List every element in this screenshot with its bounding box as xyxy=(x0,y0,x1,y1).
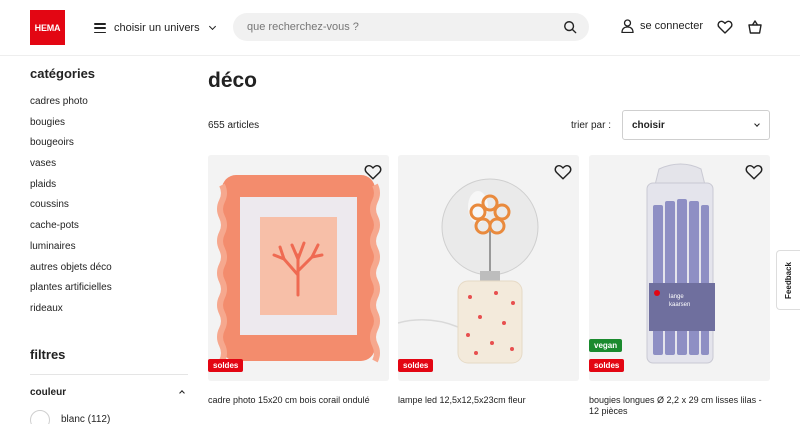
chevron-down-icon xyxy=(208,22,216,31)
category-item-luminaires[interactable]: luminaires xyxy=(30,237,188,258)
category-item-plaids[interactable]: plaids xyxy=(30,175,188,196)
sort-value: choisir xyxy=(632,119,665,131)
feedback-label: Feedback xyxy=(784,261,793,299)
filters-title: filtres xyxy=(30,347,188,375)
sort-label: trier par : xyxy=(571,120,612,131)
logo-text: HEMA xyxy=(34,22,61,33)
login-label: se connecter xyxy=(640,20,703,32)
color-filter-toggle[interactable]: couleur xyxy=(30,387,188,398)
page-title: déco xyxy=(208,69,258,92)
sale-badge: soldes xyxy=(398,359,434,372)
product-card: lange kaarsen vegan soldes bougies longu… xyxy=(589,155,770,417)
search-input[interactable] xyxy=(247,21,547,33)
product-name[interactable]: cadre photo 15x20 cm bois corail ondulé xyxy=(208,395,389,406)
category-item-cache-pots[interactable]: cache-pots xyxy=(30,216,188,237)
basket-icon[interactable] xyxy=(747,19,763,35)
wishlist-heart-icon[interactable] xyxy=(717,19,733,35)
product-image[interactable]: lange kaarsen vegan soldes xyxy=(589,155,770,381)
chevron-up-icon xyxy=(179,390,185,396)
product-card: soldes cadre photo 15x20 cm bois corail … xyxy=(208,155,389,406)
search-bar xyxy=(233,13,589,41)
product-name[interactable]: lampe led 12,5x12,5x23cm fleur xyxy=(398,395,579,406)
favorite-heart-icon[interactable] xyxy=(364,163,382,181)
category-item-coussins[interactable]: coussins xyxy=(30,195,188,216)
universe-menu-button[interactable]: choisir un univers xyxy=(94,19,216,37)
hema-logo[interactable]: HEMA xyxy=(30,10,65,45)
chevron-down-icon xyxy=(754,120,760,127)
categories-title: catégories xyxy=(30,66,96,81)
sale-badge: soldes xyxy=(208,359,244,372)
site-header: HEMA choisir un univers se connecter xyxy=(0,0,800,56)
color-swatch-white xyxy=(30,409,50,424)
user-icon xyxy=(621,19,634,33)
vegan-badge: vegan xyxy=(589,339,623,352)
category-item-autres-objets-deco[interactable]: autres objets déco xyxy=(30,258,188,279)
category-item-plantes-artificielles[interactable]: plantes artificielles xyxy=(30,278,188,299)
favorite-heart-icon[interactable] xyxy=(745,163,763,181)
product-image[interactable]: soldes xyxy=(398,155,579,381)
candle-label-line-1: lange xyxy=(669,294,684,300)
sidebar: catégories cadres photo bougies bougeoir… xyxy=(30,66,188,424)
color-option-label: blanc (112) xyxy=(61,414,111,424)
sale-badge: soldes xyxy=(589,359,625,372)
sort-select[interactable]: choisir xyxy=(622,110,770,140)
category-item-rideaux[interactable]: rideaux xyxy=(30,299,188,320)
color-option-blanc[interactable]: blanc (112) xyxy=(30,409,188,424)
color-filter-label: couleur xyxy=(30,386,67,398)
favorite-heart-icon[interactable] xyxy=(554,163,572,181)
hamburger-icon xyxy=(94,23,106,33)
wavy-frame-illustration xyxy=(208,155,389,381)
universe-menu-label: choisir un univers xyxy=(114,22,200,34)
product-name[interactable]: bougies longues Ø 2,2 x 29 cm lisses lil… xyxy=(589,395,770,417)
category-list: cadres photo bougies bougeoirs vases pla… xyxy=(30,92,188,320)
candle-label-line-2: kaarsen xyxy=(669,302,690,308)
category-item-bougies[interactable]: bougies xyxy=(30,113,188,134)
flower-lamp-illustration xyxy=(398,155,579,381)
login-button[interactable]: se connecter xyxy=(621,19,703,33)
product-card: soldes lampe led 12,5x12,5x23cm fleur xyxy=(398,155,579,406)
product-image[interactable]: soldes xyxy=(208,155,389,381)
category-item-cadres-photo[interactable]: cadres photo xyxy=(30,92,188,113)
category-item-bougeoirs[interactable]: bougeoirs xyxy=(30,133,188,154)
feedback-tab[interactable]: Feedback xyxy=(776,250,800,310)
category-item-vases[interactable]: vases xyxy=(30,154,188,175)
search-icon[interactable] xyxy=(563,20,577,34)
article-count: 655 articles xyxy=(208,120,260,131)
